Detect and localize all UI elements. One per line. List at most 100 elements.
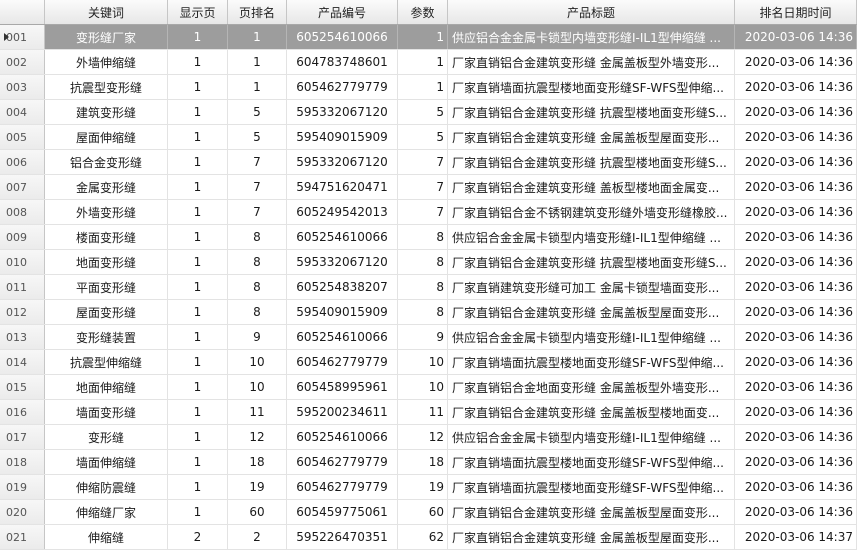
cell-product-title[interactable]: 供应铝合金金属卡锁型内墙变形缝I-IL1型伸缩缝 ...	[448, 325, 735, 349]
cell-rank[interactable]: 7	[228, 150, 287, 174]
table-row[interactable]: 016 墙面变形缝 1 11 595200234611 11 厂家直销铝合金建筑变形缝 金属…	[0, 400, 857, 425]
cell-keyword[interactable]: 建筑变形缝	[45, 100, 168, 124]
cell-product-title[interactable]: 厂家直销铝合金建筑变形缝 金属盖板型屋面变形...	[448, 525, 735, 549]
row-number[interactable]: 020	[0, 500, 45, 524]
cell-param[interactable]: 10	[398, 350, 448, 374]
cell-keyword[interactable]: 伸缩缝厂家	[45, 500, 168, 524]
table-row[interactable]: 003 抗震型变形缝 1 1 605462779779 1 厂家直销墙面抗震型楼地面变形缝S…	[0, 75, 857, 100]
cell-datetime[interactable]: 2020-03-06 14:36	[735, 300, 857, 324]
cell-page[interactable]: 1	[168, 325, 228, 349]
cell-product-no[interactable]: 595409015909	[287, 300, 398, 324]
cell-param[interactable]: 8	[398, 250, 448, 274]
cell-datetime[interactable]: 2020-03-06 14:36	[735, 350, 857, 374]
cell-product-title[interactable]: 供应铝合金金属卡锁型内墙变形缝I-IL1型伸缩缝 ...	[448, 425, 735, 449]
cell-datetime[interactable]: 2020-03-06 14:36	[735, 450, 857, 474]
cell-datetime[interactable]: 2020-03-06 14:36	[735, 175, 857, 199]
ranking-data-grid[interactable]: 关键词 显示页 页排名 产品编号 参数 产品标题 排名日期时间 001 变形缝厂家…	[0, 0, 857, 554]
column-header-product-no[interactable]: 产品编号	[287, 0, 398, 24]
cell-product-no[interactable]: 595332067120	[287, 250, 398, 274]
table-row[interactable]: 019 伸缩防震缝 1 19 605462779779 19 厂家直销墙面抗震型楼地面变形缝…	[0, 475, 857, 500]
row-number[interactable]: 007	[0, 175, 45, 199]
cell-rank[interactable]: 1	[228, 75, 287, 99]
cell-param[interactable]: 11	[398, 400, 448, 424]
cell-keyword[interactable]: 屋面伸缩缝	[45, 125, 168, 149]
cell-rank[interactable]: 19	[228, 475, 287, 499]
table-row[interactable]: 013 变形缝装置 1 9 605254610066 9 供应铝合金金属卡锁型内墙变形缝I-…	[0, 325, 857, 350]
table-row[interactable]: 010 地面变形缝 1 8 595332067120 8 厂家直销铝合金建筑变形缝 抗震型楼…	[0, 250, 857, 275]
cell-rank[interactable]: 8	[228, 250, 287, 274]
cell-rank[interactable]: 12	[228, 425, 287, 449]
cell-rank[interactable]: 10	[228, 350, 287, 374]
cell-product-title[interactable]: 厂家直销铝合金建筑变形缝 抗震型楼地面变形缝S...	[448, 250, 735, 274]
cell-product-title[interactable]: 厂家直销墙面抗震型楼地面变形缝SF-WFS型伸缩...	[448, 350, 735, 374]
row-number[interactable]: 008	[0, 200, 45, 224]
cell-rank[interactable]: 11	[228, 400, 287, 424]
cell-keyword[interactable]: 墙面变形缝	[45, 400, 168, 424]
cell-product-title[interactable]: 厂家直销铝合金建筑变形缝 盖板型楼地面金属变...	[448, 175, 735, 199]
cell-rank[interactable]: 1	[228, 25, 287, 49]
cell-param[interactable]: 1	[398, 75, 448, 99]
row-header-corner[interactable]	[0, 0, 45, 24]
cell-datetime[interactable]: 2020-03-06 14:36	[735, 50, 857, 74]
cell-product-no[interactable]: 605458995961	[287, 375, 398, 399]
cell-param[interactable]: 18	[398, 450, 448, 474]
table-row[interactable]: 011 平面变形缝 1 8 605254838207 8 厂家直销建筑变形缝可加工 金属卡锁…	[0, 275, 857, 300]
cell-page[interactable]: 1	[168, 250, 228, 274]
cell-keyword[interactable]: 墙面伸缩缝	[45, 450, 168, 474]
row-number[interactable]: 021	[0, 525, 45, 549]
column-header-param[interactable]: 参数	[398, 0, 448, 24]
cell-keyword[interactable]: 变形缝厂家	[45, 25, 168, 49]
column-header-datetime[interactable]: 排名日期时间	[735, 0, 857, 24]
cell-keyword[interactable]: 变形缝	[45, 425, 168, 449]
cell-product-no[interactable]: 595332067120	[287, 150, 398, 174]
cell-rank[interactable]: 8	[228, 275, 287, 299]
cell-rank[interactable]: 9	[228, 325, 287, 349]
cell-product-no[interactable]: 605462779779	[287, 75, 398, 99]
cell-product-no[interactable]: 595332067120	[287, 100, 398, 124]
cell-product-no[interactable]: 605459775061	[287, 500, 398, 524]
cell-rank[interactable]: 5	[228, 125, 287, 149]
cell-datetime[interactable]: 2020-03-06 14:36	[735, 275, 857, 299]
cell-datetime[interactable]: 2020-03-06 14:36	[735, 425, 857, 449]
cell-param[interactable]: 1	[398, 25, 448, 49]
cell-product-no[interactable]: 605254610066	[287, 225, 398, 249]
cell-keyword[interactable]: 抗震型变形缝	[45, 75, 168, 99]
row-number[interactable]: 016	[0, 400, 45, 424]
cell-product-no[interactable]: 605462779779	[287, 350, 398, 374]
cell-product-no[interactable]: 594751620471	[287, 175, 398, 199]
row-number[interactable]: 003	[0, 75, 45, 99]
cell-keyword[interactable]: 外墙伸缩缝	[45, 50, 168, 74]
cell-product-title[interactable]: 厂家直销墙面抗震型楼地面变形缝SF-WFS型伸缩...	[448, 75, 735, 99]
cell-datetime[interactable]: 2020-03-06 14:36	[735, 500, 857, 524]
cell-page[interactable]: 1	[168, 475, 228, 499]
cell-product-no[interactable]: 595226470351	[287, 525, 398, 549]
row-number[interactable]: 013	[0, 325, 45, 349]
cell-datetime[interactable]: 2020-03-06 14:36	[735, 25, 857, 49]
row-number[interactable]: 019	[0, 475, 45, 499]
column-header-page[interactable]: 显示页	[168, 0, 228, 24]
cell-product-title[interactable]: 厂家直销铝合金建筑变形缝 抗震型楼地面变形缝S...	[448, 150, 735, 174]
cell-keyword[interactable]: 地面变形缝	[45, 250, 168, 274]
cell-rank[interactable]: 8	[228, 225, 287, 249]
row-number[interactable]: 006	[0, 150, 45, 174]
cell-rank[interactable]: 10	[228, 375, 287, 399]
column-header-keyword[interactable]: 关键词	[45, 0, 168, 24]
cell-param[interactable]: 60	[398, 500, 448, 524]
cell-product-title[interactable]: 供应铝合金金属卡锁型内墙变形缝I-IL1型伸缩缝 ...	[448, 225, 735, 249]
cell-product-no[interactable]: 605254610066	[287, 425, 398, 449]
cell-param[interactable]: 8	[398, 300, 448, 324]
table-row[interactable]: 020 伸缩缝厂家 1 60 605459775061 60 厂家直销铝合金建筑变形缝 金属…	[0, 500, 857, 525]
table-row[interactable]: 021 伸缩缝 2 2 595226470351 62 厂家直销铝合金建筑变形缝 金属盖板型…	[0, 525, 857, 550]
cell-datetime[interactable]: 2020-03-06 14:36	[735, 150, 857, 174]
table-row[interactable]: 008 外墙变形缝 1 7 605249542013 7 厂家直销铝合金不锈钢建筑变形缝外墙…	[0, 200, 857, 225]
table-row[interactable]: 018 墙面伸缩缝 1 18 605462779779 18 厂家直销墙面抗震型楼地面变形缝…	[0, 450, 857, 475]
cell-product-title[interactable]: 厂家直销建筑变形缝可加工 金属卡锁型墙面变形...	[448, 275, 735, 299]
table-row[interactable]: 012 屋面变形缝 1 8 595409015909 8 厂家直销铝合金建筑变形缝 金属盖板…	[0, 300, 857, 325]
row-number[interactable]: 010	[0, 250, 45, 274]
cell-product-title[interactable]: 厂家直销铝合金建筑变形缝 金属盖板型楼地面变...	[448, 400, 735, 424]
cell-datetime[interactable]: 2020-03-06 14:36	[735, 475, 857, 499]
cell-keyword[interactable]: 地面伸缩缝	[45, 375, 168, 399]
cell-product-no[interactable]: 605254610066	[287, 325, 398, 349]
cell-product-no[interactable]: 605249542013	[287, 200, 398, 224]
row-number[interactable]: 001	[0, 25, 45, 49]
